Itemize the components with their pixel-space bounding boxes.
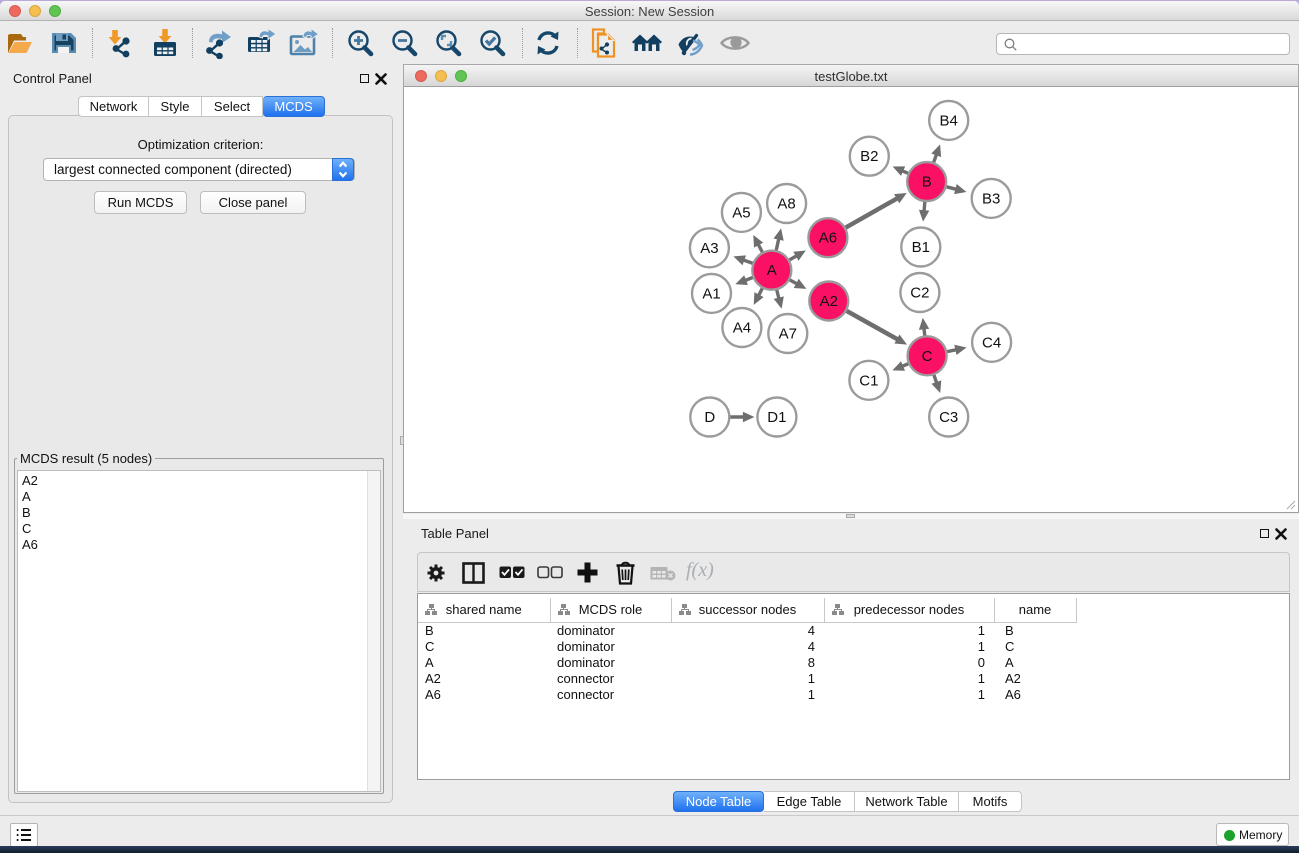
svg-text:A4: A4 [733,320,751,337]
svg-text:B2: B2 [860,148,878,165]
svg-text:A: A [767,262,777,279]
svg-text:A3: A3 [700,240,718,257]
svg-text:B4: B4 [940,112,958,129]
svg-text:A2: A2 [820,293,838,310]
svg-text:B: B [922,174,932,191]
svg-text:D: D [704,409,715,426]
svg-text:B1: B1 [912,239,930,256]
svg-text:C3: C3 [939,409,958,426]
svg-text:C4: C4 [982,334,1001,351]
svg-text:A7: A7 [779,326,797,343]
svg-text:A6: A6 [819,230,837,247]
svg-text:A5: A5 [732,204,750,221]
svg-text:B3: B3 [982,190,1000,207]
svg-text:C1: C1 [859,372,878,389]
svg-text:C2: C2 [910,285,929,302]
svg-text:A1: A1 [702,285,720,302]
svg-text:D1: D1 [767,409,786,426]
svg-text:C: C [922,348,933,365]
svg-text:A8: A8 [777,196,795,213]
